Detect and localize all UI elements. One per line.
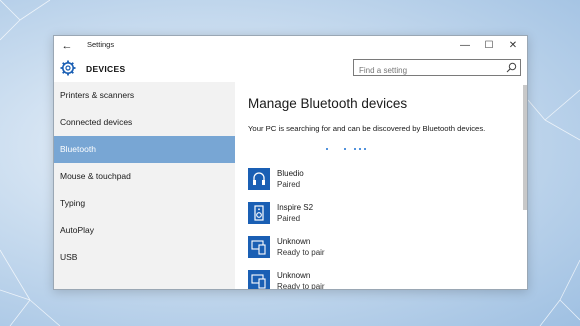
search-icon[interactable] bbox=[506, 62, 517, 73]
scrollbar-thumb[interactable] bbox=[523, 85, 527, 210]
device-name: Inspire S2 bbox=[277, 203, 314, 212]
sidebar: Printers & scanners Connected devices Bl… bbox=[54, 82, 235, 289]
device-status: Ready to pair bbox=[277, 248, 325, 257]
progress-dot bbox=[359, 148, 362, 151]
device-status: Paired bbox=[277, 180, 301, 189]
page-header: DEVICES bbox=[54, 56, 527, 82]
sidebar-item-bluetooth[interactable]: Bluetooth bbox=[54, 136, 235, 163]
minimize-button[interactable]: — bbox=[452, 37, 478, 55]
close-button[interactable]: ✕ bbox=[500, 37, 526, 55]
device-status: Ready to pair bbox=[277, 282, 325, 290]
device-status: Paired bbox=[277, 214, 301, 223]
device-item-inspire-s2[interactable]: Inspire S2 Paired bbox=[248, 202, 488, 230]
sidebar-item-usb[interactable]: USB bbox=[54, 244, 235, 271]
device-item-unknown-1[interactable]: Unknown Ready to pair bbox=[248, 236, 488, 264]
device-name: Bluedio bbox=[277, 169, 304, 178]
progress-dot bbox=[344, 148, 347, 151]
sidebar-item-printers-scanners[interactable]: Printers & scanners bbox=[54, 82, 235, 109]
back-button[interactable]: ← bbox=[58, 38, 76, 54]
section-title: Manage Bluetooth devices bbox=[248, 96, 408, 111]
device-item-bluedio[interactable]: Bluedio Paired bbox=[248, 168, 488, 196]
page-title: DEVICES bbox=[86, 64, 126, 74]
discovery-description: Your PC is searching for and can be disc… bbox=[248, 124, 486, 133]
sidebar-item-connected-devices[interactable]: Connected devices bbox=[54, 109, 235, 136]
search-box[interactable] bbox=[353, 59, 521, 78]
sidebar-item-typing[interactable]: Typing bbox=[54, 190, 235, 217]
main-content: Manage Bluetooth devices Your PC is sear… bbox=[235, 82, 521, 290]
maximize-button[interactable]: ☐ bbox=[476, 37, 502, 55]
settings-window: ← Settings — ☐ ✕ DEVICES Printers & sca bbox=[53, 35, 528, 290]
sidebar-item-autoplay[interactable]: AutoPlay bbox=[54, 217, 235, 244]
search-input[interactable] bbox=[354, 63, 500, 78]
gear-icon bbox=[60, 60, 76, 76]
speaker-icon bbox=[248, 202, 270, 224]
window-title: Settings bbox=[87, 40, 115, 49]
scrollbar[interactable] bbox=[521, 82, 527, 289]
searching-progress-indicator bbox=[326, 146, 386, 152]
progress-dot bbox=[364, 148, 367, 151]
progress-dot bbox=[326, 148, 329, 151]
device-name: Unknown bbox=[277, 237, 311, 246]
device-name: Unknown bbox=[277, 271, 311, 280]
device-item-unknown-2[interactable]: Unknown Ready to pair bbox=[248, 270, 488, 290]
headphones-icon bbox=[248, 168, 270, 190]
sidebar-item-mouse-touchpad[interactable]: Mouse & touchpad bbox=[54, 163, 235, 190]
device-icon bbox=[248, 270, 270, 289]
device-icon bbox=[248, 236, 270, 258]
progress-dot bbox=[354, 148, 357, 151]
title-bar: ← Settings — ☐ ✕ bbox=[54, 36, 527, 56]
